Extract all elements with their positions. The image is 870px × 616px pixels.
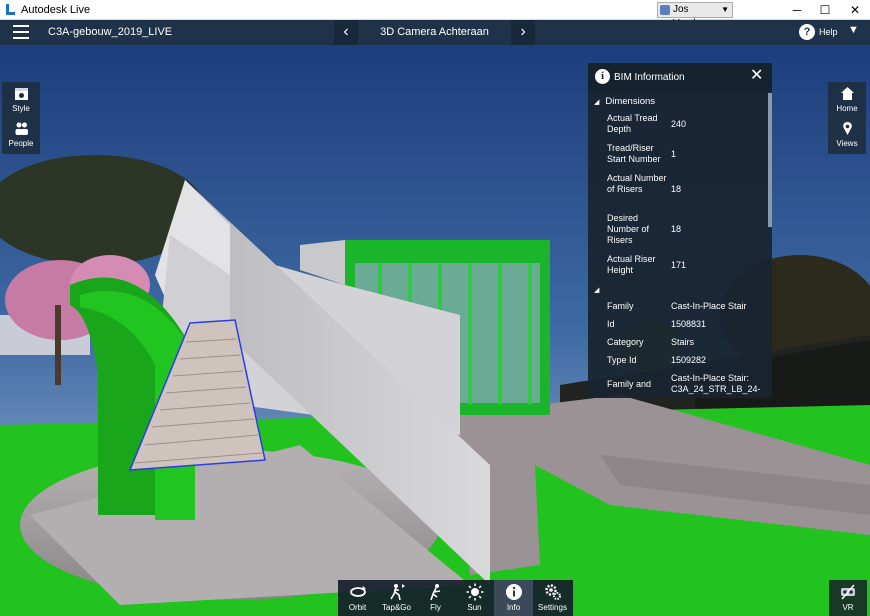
previous-view-button[interactable]: ‹ bbox=[334, 20, 358, 45]
chevron-down-icon: ▼ bbox=[721, 5, 729, 14]
hamburger-menu-icon[interactable] bbox=[13, 25, 29, 39]
collapse-triangle-icon: ◢ bbox=[594, 287, 600, 294]
property-value: 171 bbox=[671, 260, 687, 270]
settings-label: Settings bbox=[538, 603, 567, 612]
autodesk-live-logo-icon bbox=[6, 4, 15, 15]
sun-icon bbox=[466, 583, 484, 601]
property-key: Actual Riser Height bbox=[607, 254, 656, 275]
info-icon: i bbox=[595, 69, 610, 84]
view-title: 3D Camera Achteraan bbox=[380, 26, 489, 38]
property-key: Actual Number of Risers bbox=[607, 173, 667, 194]
tap-and-go-button[interactable]: Tap&Go bbox=[377, 580, 416, 616]
people-label: People bbox=[8, 139, 34, 148]
info-icon bbox=[506, 584, 522, 600]
property-key: Type Id bbox=[607, 355, 637, 365]
settings-icon bbox=[545, 584, 561, 600]
bim-panel-body[interactable]: ◢ Dimensions Actual Tread Depth 240 Tread… bbox=[588, 91, 772, 398]
property-value: 18 bbox=[671, 224, 682, 234]
property-value: 1 bbox=[671, 149, 677, 159]
bim-panel-title: BIM Information bbox=[614, 72, 685, 83]
property-value: Stairs bbox=[671, 337, 695, 347]
property-value: 1509282 bbox=[671, 355, 707, 365]
property-value: Cast-In-Place Stair bbox=[671, 301, 747, 311]
fly-button[interactable]: Fly bbox=[416, 580, 455, 616]
bim-panel-scrollbar[interactable] bbox=[768, 93, 772, 227]
views-label: Views bbox=[836, 139, 858, 148]
collapse-triangle-icon: ◢ bbox=[594, 99, 600, 106]
minimize-button[interactable]: ─ bbox=[782, 0, 812, 20]
style-icon bbox=[15, 88, 28, 100]
fly-label: Fly bbox=[430, 603, 441, 612]
property-key: Family and bbox=[607, 379, 652, 389]
vr-button[interactable]: VR bbox=[829, 580, 867, 616]
window-app-title: Autodesk Live bbox=[21, 4, 91, 16]
location-pin-icon bbox=[843, 122, 852, 135]
people-icon bbox=[15, 122, 28, 135]
right-toolbar: Home Views bbox=[828, 82, 866, 154]
chevron-down-icon[interactable]: ▼ bbox=[848, 24, 859, 36]
bim-information-panel: i BIM Information ✕ ◢ Dimensions Actual T… bbox=[588, 63, 772, 398]
close-panel-button[interactable]: ✕ bbox=[750, 67, 763, 85]
home-icon bbox=[841, 87, 854, 100]
orbit-icon bbox=[350, 586, 366, 597]
vr-label: VR bbox=[842, 603, 854, 612]
style-button[interactable]: Style bbox=[2, 82, 40, 117]
sun-label: Sun bbox=[467, 603, 482, 612]
bim-panel-header: i BIM Information ✕ bbox=[588, 63, 772, 91]
property-key: Tread/Riser Start Number bbox=[607, 143, 661, 164]
window-title-bar: Autodesk Live Jos Vandam... ▼ ─ ☐ ✕ bbox=[0, 0, 870, 29]
tap-and-go-label: Tap&Go bbox=[382, 603, 411, 612]
orbit-button[interactable]: Orbit bbox=[338, 580, 377, 616]
maximize-button[interactable]: ☐ bbox=[810, 0, 840, 20]
property-value: 18 bbox=[671, 184, 682, 194]
property-key: Family bbox=[607, 301, 634, 311]
help-label: Help bbox=[819, 27, 838, 37]
views-button[interactable]: Views bbox=[828, 117, 866, 152]
property-value: Cast-In-Place Stair: C3A_24_STR_LB_24- bbox=[671, 373, 761, 394]
tap-and-go-icon bbox=[390, 584, 405, 601]
property-key: Actual Tread Depth bbox=[607, 113, 658, 134]
info-label: Info bbox=[506, 603, 521, 612]
next-view-button[interactable]: › bbox=[511, 20, 535, 45]
property-value: 240 bbox=[671, 119, 687, 129]
project-title: C3A-gebouw_2019_LIVE bbox=[48, 26, 173, 38]
3d-viewport[interactable]: Style People Home Views i BIM Informatio… bbox=[0, 45, 870, 616]
settings-button[interactable]: Settings bbox=[533, 580, 572, 616]
style-label: Style bbox=[12, 104, 30, 113]
sun-button[interactable]: Sun bbox=[455, 580, 494, 616]
close-window-button[interactable]: ✕ bbox=[840, 0, 870, 20]
home-label: Home bbox=[836, 104, 858, 113]
home-button[interactable]: Home bbox=[828, 82, 866, 117]
section-dimensions-header[interactable]: ◢ Dimensions bbox=[594, 96, 655, 107]
property-value: 1508831 bbox=[671, 319, 707, 329]
property-key: Id bbox=[607, 319, 615, 329]
app-header: C3A-gebouw_2019_LIVE ‹ 3D Camera Achtera… bbox=[0, 20, 870, 45]
vr-headset-icon bbox=[841, 584, 855, 600]
help-icon: ? bbox=[799, 24, 815, 40]
fly-icon bbox=[430, 584, 441, 601]
orbit-label: Orbit bbox=[348, 603, 367, 612]
section-identity-header[interactable]: ◢ bbox=[594, 284, 605, 295]
left-toolbar: Style People bbox=[2, 82, 40, 154]
people-button[interactable]: People bbox=[2, 117, 40, 152]
property-key: Category bbox=[607, 337, 644, 347]
bottom-toolbar: Orbit Tap&Go Fly Sun Info Settings bbox=[338, 580, 573, 616]
user-account-dropdown[interactable]: Jos Vandam... ▼ bbox=[657, 2, 733, 29]
user-icon bbox=[660, 5, 670, 15]
section-title: Dimensions bbox=[605, 96, 656, 107]
property-key: Desired Number of Risers bbox=[607, 213, 650, 245]
info-button[interactable]: Info bbox=[494, 580, 533, 616]
